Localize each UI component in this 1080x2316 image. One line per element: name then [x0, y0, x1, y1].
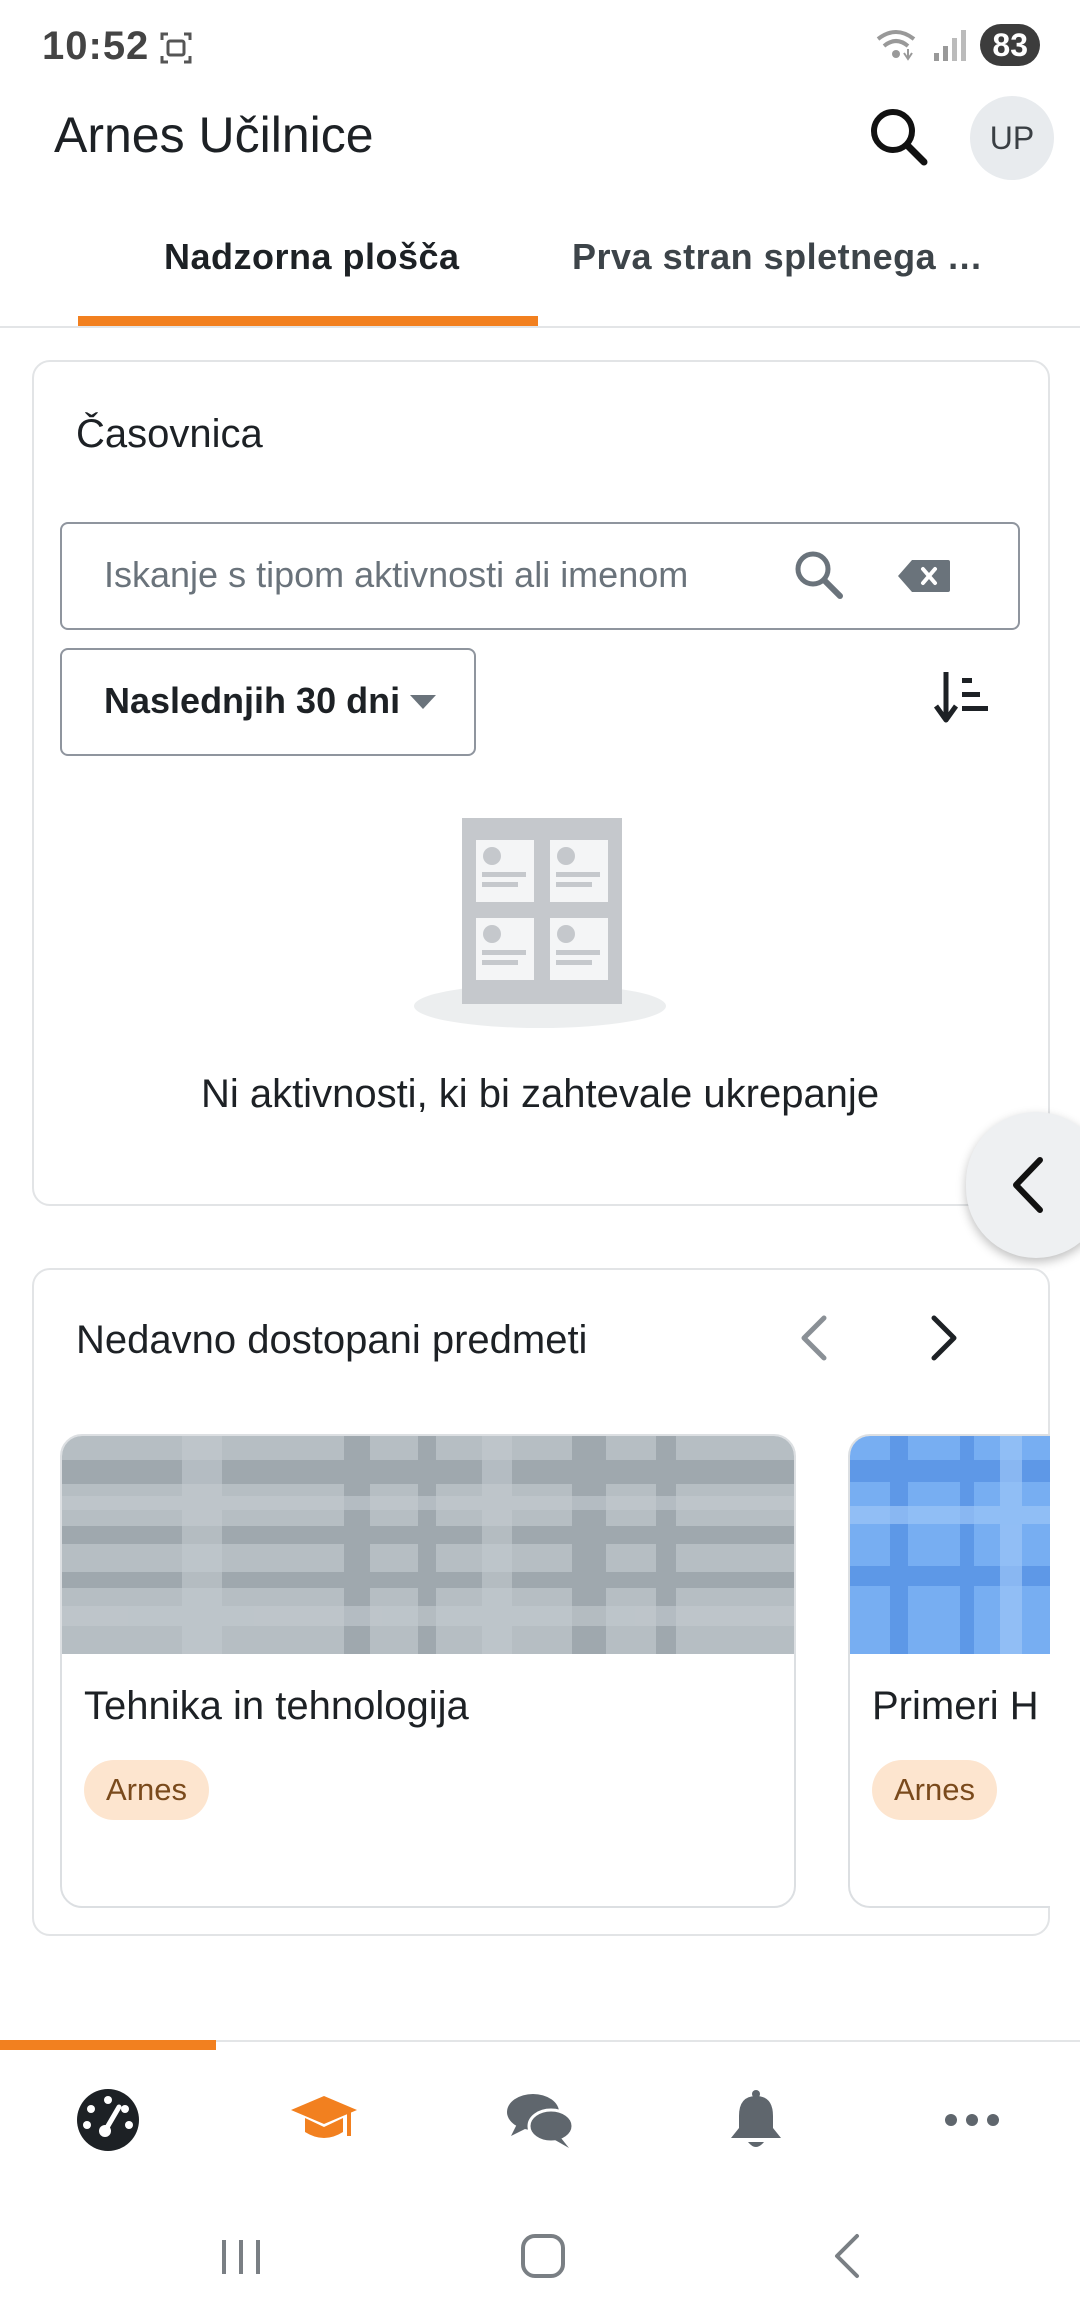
- empty-activities-illustration: [414, 818, 666, 1028]
- battery-indicator: 83: [980, 24, 1040, 66]
- chevron-left-icon: [1013, 1157, 1043, 1213]
- home-icon[interactable]: [498, 2226, 588, 2286]
- chevron-right-icon[interactable]: [918, 1310, 968, 1366]
- more-icon: [945, 2114, 999, 2126]
- back-icon[interactable]: [802, 2226, 892, 2286]
- timeline-title: Časovnica: [76, 412, 263, 456]
- course-card[interactable]: Tehnika in tehnologija Arnes: [60, 1434, 796, 1908]
- search-icon[interactable]: [862, 100, 934, 172]
- avatar[interactable]: UP: [970, 96, 1054, 180]
- dashboard-icon: [77, 2089, 139, 2151]
- recent-apps-icon[interactable]: [196, 2226, 286, 2286]
- clear-icon[interactable]: [896, 558, 952, 594]
- graduation-cap-icon: [291, 2096, 357, 2138]
- course-image: [850, 1436, 1050, 1654]
- chevron-down-icon: [410, 695, 436, 709]
- tab-dashboard[interactable]: Nadzorna plošča: [164, 236, 460, 278]
- status-time: 10:52: [42, 24, 150, 68]
- course-name: Tehnika in tehnologija: [84, 1684, 469, 1728]
- nav-messages[interactable]: [432, 2080, 648, 2160]
- nav-notifications[interactable]: [648, 2080, 864, 2160]
- bell-icon: [731, 2090, 781, 2147]
- course-name: Primeri H: [872, 1684, 1039, 1728]
- tab-divider: [0, 326, 1080, 328]
- active-nav-indicator: [0, 2040, 216, 2050]
- active-tab-indicator: [78, 316, 538, 326]
- chevron-left-icon[interactable]: [790, 1310, 840, 1366]
- course-image: [62, 1436, 794, 1654]
- search-icon[interactable]: [790, 546, 846, 602]
- screenshot-icon: [160, 32, 192, 64]
- timeline-search-placeholder: Iskanje s tipom aktivnosti ali imenom: [104, 554, 689, 595]
- messages-icon: [507, 2094, 575, 2148]
- recent-courses-title: Nedavno dostopani predmeti: [76, 1318, 588, 1362]
- course-category-badge: Arnes: [872, 1760, 997, 1820]
- nav-more[interactable]: [864, 2080, 1080, 2160]
- app-title: Arnes Učilnice: [54, 107, 374, 163]
- nav-my-courses[interactable]: [216, 2080, 432, 2160]
- tab-site-home[interactable]: Prva stran spletnega …: [572, 236, 983, 278]
- course-card[interactable]: Primeri H Arnes: [848, 1434, 1050, 1908]
- signal-icon: [934, 30, 967, 61]
- filter-label: Naslednjih 30 dni: [104, 680, 401, 721]
- wifi-icon: [877, 30, 916, 61]
- status-icons: 83: [874, 24, 1040, 66]
- empty-state-message: Ni aktivnosti, ki bi zahtevale ukrepanje: [200, 1072, 880, 1116]
- sort-icon[interactable]: [932, 666, 992, 726]
- nav-dashboard[interactable]: [0, 2080, 216, 2160]
- course-category-badge: Arnes: [84, 1760, 209, 1820]
